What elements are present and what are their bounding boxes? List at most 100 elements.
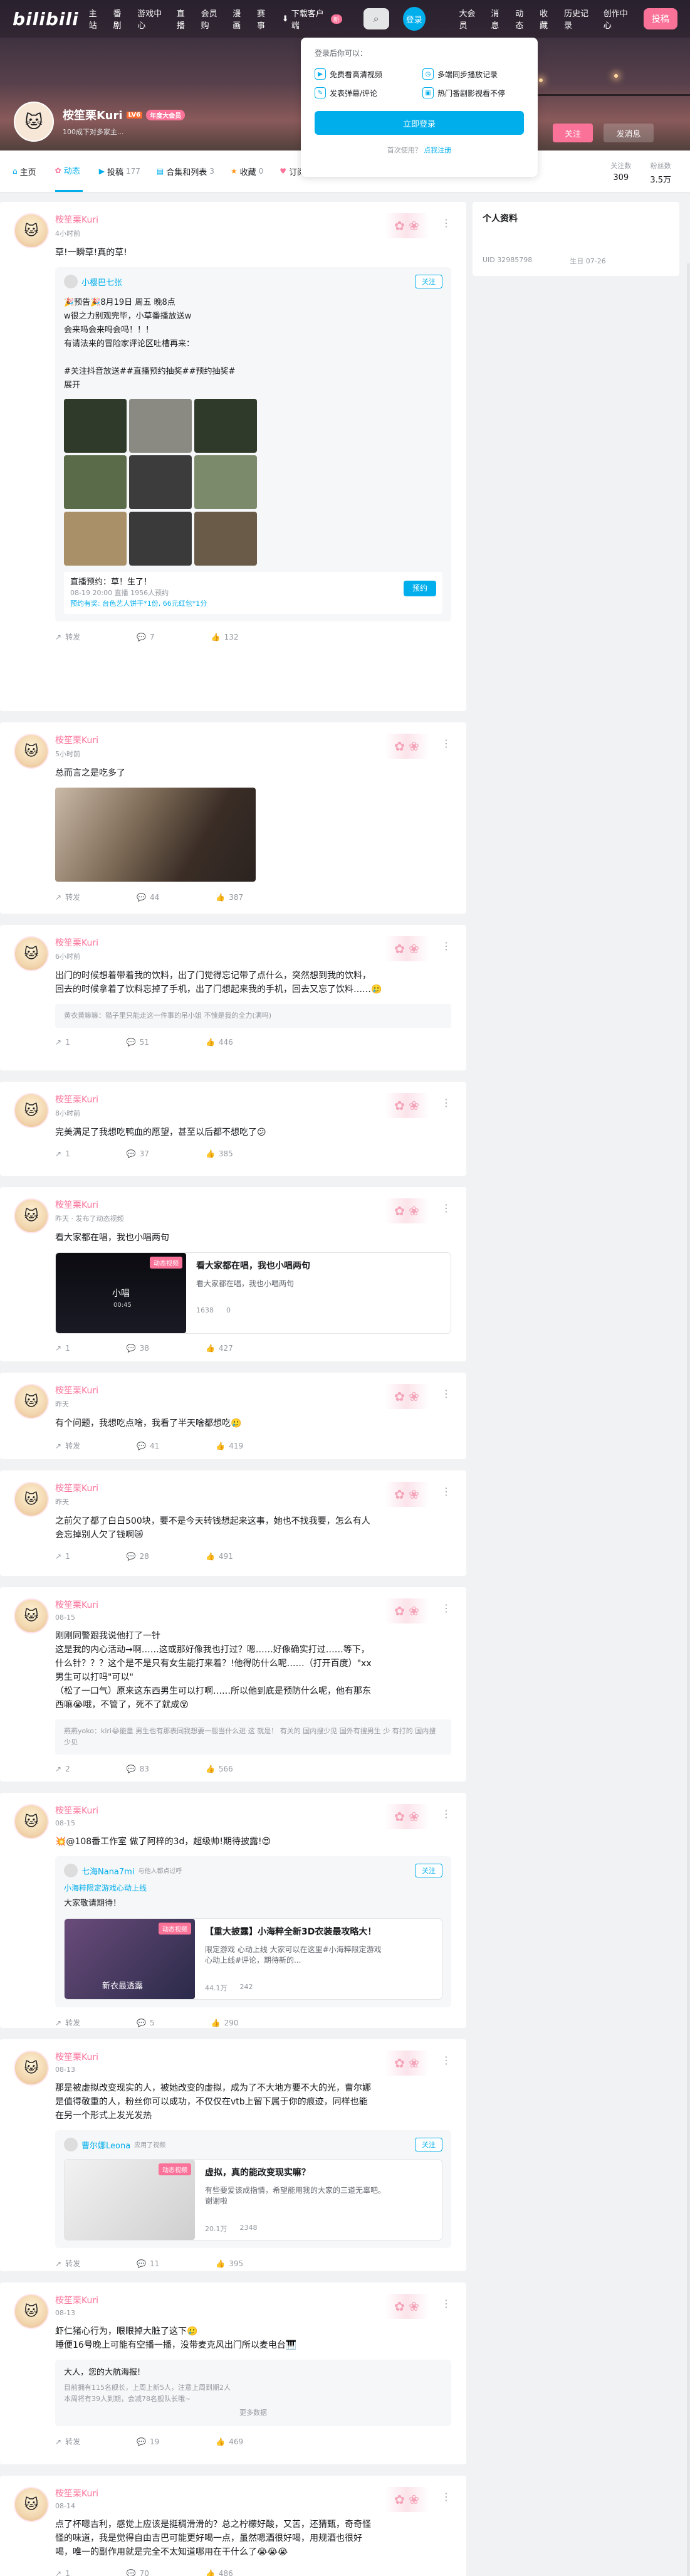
grid-image[interactable] (64, 512, 127, 566)
right-nav-link[interactable]: 创作中心 (604, 7, 634, 31)
forward-author[interactable]: 小樱巴七张 (81, 278, 122, 288)
poster-avatar[interactable]: 🐱 (14, 2051, 49, 2086)
more-icon[interactable]: ⋮ (441, 1097, 451, 1109)
forward-follow-button[interactable]: 关注 (415, 275, 442, 288)
forward-subtitle[interactable]: 小海粹限定游戏心动上线 (64, 1882, 442, 1893)
video-title[interactable]: 【重大披露】小海粹全新3D衣装最攻略大！ (205, 1925, 382, 1938)
forward-button[interactable]: ↗ 2 (55, 1765, 70, 1773)
grid-image[interactable] (129, 399, 192, 453)
live-prize[interactable]: 预约有奖: 台色艺人饼干*1份, 66元红包*1分 (70, 598, 436, 609)
more-icon[interactable]: ⋮ (441, 940, 451, 952)
like-button[interactable]: 👍 486 (206, 2569, 233, 2576)
video-card[interactable]: 动态视频 新衣最透露 【重大披露】小海粹全新3D衣装最攻略大！ 限定游戏 心动上线 大… (64, 1918, 442, 2000)
forward-button[interactable]: ↗ 1 (55, 1149, 70, 1158)
follow-button[interactable]: 关注 (553, 124, 593, 142)
poster-avatar[interactable]: 🐱 (14, 1804, 49, 1839)
comment-button[interactable]: 💬 38 (127, 1344, 149, 1353)
user-avatar[interactable]: 🐱 (14, 102, 54, 142)
video-thumbnail[interactable]: 动态视频 小唱 00:45 (56, 1253, 186, 1333)
right-nav-link[interactable]: 收藏 (540, 7, 555, 31)
poster-avatar[interactable]: 🐱 (14, 213, 49, 248)
comment-button[interactable]: 💬 28 (127, 1552, 149, 1561)
forward-button[interactable]: ↗ 1 (55, 2569, 70, 2576)
tab-0[interactable]: ⌂ 主页 (13, 150, 39, 192)
comment-button[interactable]: 💬 5 (137, 2017, 155, 2028)
comment-button[interactable]: 💬 51 (127, 1038, 149, 1047)
search-button[interactable]: ⌕ (363, 8, 389, 29)
forward-button[interactable]: ↗ 1 (55, 1038, 70, 1047)
forward-button[interactable]: ↗ 转发 (55, 631, 80, 642)
more-icon[interactable]: ⋮ (441, 1388, 451, 1400)
more-icon[interactable]: ⋮ (441, 1808, 451, 1820)
comment-button[interactable]: 💬 41 (137, 1440, 159, 1451)
forward-button[interactable]: ↗ 转发 (55, 2258, 80, 2269)
nav-link[interactable]: 番剧 (113, 7, 128, 31)
comment-button[interactable]: 💬 70 (127, 2569, 149, 2576)
poster-avatar[interactable]: 🐱 (14, 734, 49, 769)
like-button[interactable]: 👍 395 (216, 2258, 243, 2269)
forward-follow-button[interactable]: 关注 (415, 1864, 442, 1877)
tab-4[interactable]: ★ 收藏 0 (231, 150, 263, 192)
poster-avatar[interactable]: 🐱 (14, 936, 49, 971)
like-button[interactable]: 👍 427 (206, 1344, 233, 1353)
like-button[interactable]: 👍 387 (216, 892, 243, 902)
right-nav-link[interactable]: 动态 (515, 7, 530, 31)
comment-button[interactable]: 💬 7 (137, 631, 155, 642)
like-button[interactable]: 👍 469 (216, 2436, 243, 2447)
forward-button[interactable]: ↗ 1 (55, 1344, 70, 1353)
poster-avatar[interactable]: 🐱 (14, 2294, 49, 2329)
forwarded-post[interactable]: 曹尔娜Leona 应用了视频 关注 动态视频 虚拟，真的能改变现实嘛？ 有些要爱该成指情，… (55, 2130, 451, 2248)
like-button[interactable]: 👍 566 (206, 1765, 233, 1773)
right-nav-link[interactable]: 消息 (491, 7, 506, 31)
grid-image[interactable] (194, 512, 257, 566)
tab-3[interactable]: ▤ 合集和列表 3 (157, 150, 214, 192)
more-icon[interactable]: ⋮ (441, 1602, 451, 1614)
forward-author[interactable]: 曹尔娜Leona (81, 2141, 130, 2151)
right-nav-link[interactable]: 历史记录 (564, 7, 594, 31)
post-image[interactable] (55, 788, 256, 882)
nav-link[interactable]: 直播 (177, 7, 192, 31)
stat-item[interactable]: 关注数 309 (610, 161, 631, 185)
video-thumbnail[interactable]: 动态视频 (65, 2160, 195, 2240)
more-icon[interactable]: ⋮ (441, 217, 451, 229)
grid-image[interactable] (194, 455, 257, 509)
more-icon[interactable]: ⋮ (441, 2298, 451, 2309)
forwarded-post[interactable]: 小樱巴七张 关注 🎉预告🎉8月19日 周五 晚8点 w很之力别观完毕，小草番播放送w… (55, 267, 451, 621)
more-icon[interactable]: ⋮ (441, 2054, 451, 2066)
forwarded-post[interactable]: 七海Nana7mi 与他人都点过呼 关注 小海粹限定游戏心动上线 大家敬请期待！ 动态视频… (55, 1856, 451, 2007)
like-button[interactable]: 👍 446 (206, 1038, 233, 1047)
tab-2[interactable]: ▶ 投稿 177 (99, 150, 140, 192)
grid-image[interactable] (64, 455, 127, 509)
nav-link[interactable]: 会员购 (201, 7, 224, 31)
forward-button[interactable]: ↗ 1 (55, 1552, 70, 1561)
video-title[interactable]: 看大家都在唱，我也小唱两句 (196, 1259, 310, 1272)
more-icon[interactable]: ⋮ (441, 2491, 451, 2503)
comment-button[interactable]: 💬 11 (137, 2258, 159, 2269)
like-button[interactable]: 👍 385 (206, 1149, 233, 1158)
reserve-button[interactable]: 预约 (403, 581, 436, 596)
forward-follow-button[interactable]: 关注 (415, 2138, 442, 2151)
comment-button[interactable]: 💬 19 (137, 2436, 159, 2447)
forward-button[interactable]: ↗ 转发 (55, 1440, 80, 1451)
comment-button[interactable]: 💬 83 (127, 1765, 149, 1773)
tab-1[interactable]: ✿ 动态 (55, 150, 83, 192)
poster-avatar[interactable]: 🐱 (14, 1093, 49, 1128)
login-button[interactable]: 立即登录 (315, 111, 524, 135)
comment-button[interactable]: 💬 37 (127, 1149, 149, 1158)
nav-link[interactable]: 漫画 (233, 7, 248, 31)
login-avatar[interactable]: 登录 (402, 7, 426, 31)
nav-link[interactable]: 主站 (89, 7, 104, 31)
video-card[interactable]: 动态视频 小唱 00:45 看大家都在唱，我也小唱两句 看大家都在唱，我也小唱两句 163… (55, 1252, 451, 1334)
grid-image[interactable] (129, 455, 192, 509)
poster-avatar[interactable]: 🐱 (14, 2487, 49, 2522)
like-button[interactable]: 👍 132 (211, 631, 239, 642)
grid-image[interactable] (129, 512, 192, 566)
bilibili-logo[interactable]: bilibili (13, 9, 79, 29)
more-icon[interactable]: ⋮ (441, 1202, 451, 1214)
comment-preview[interactable]: 黄衣黄嘛嘛：猫子里只能走这一件事的吊小姐 不愧是我的全力(满吗) (55, 1004, 451, 1028)
poster-avatar[interactable]: 🐱 (14, 1482, 49, 1517)
forward-button[interactable]: ↗ 转发 (55, 2436, 80, 2447)
register-link[interactable]: 点我注册 (424, 146, 451, 154)
forward-button[interactable]: ↗ 转发 (55, 892, 80, 902)
comment-button[interactable]: 💬 44 (137, 892, 159, 902)
